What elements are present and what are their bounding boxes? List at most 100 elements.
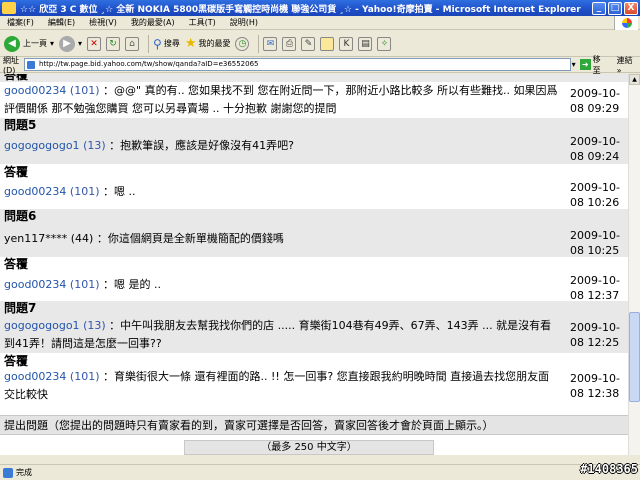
message-text: ：抱歉筆誤，應該是好像沒有41弄吧? [109,139,294,152]
back-button[interactable]: ◀ 上一頁 ▾ [4,35,54,52]
status-text: 完成 [16,468,32,477]
message-time: 2009-10-08 09:24 [570,135,620,163]
search-button[interactable]: ⚲ 搜尋 [153,37,180,51]
scroll-thumb[interactable] [629,312,640,402]
ask-question-bar: 提出問題（您提出的問題時只有賣家看的到，賣家可選擇是否回答，賣家回答後才會於頁面… [0,415,628,435]
go-label: 移至 [592,54,601,75]
user-score[interactable]: (101) [70,84,100,97]
qa-message: good00234 (101) ：育樂街很大一條 還有裡面的路.. !! 怎一回… [4,368,559,404]
qa-row: gogogogogo1 (13) ：中午叫我朋友去幫我找你們的店 ..... 育… [0,317,628,353]
scroll-up-icon[interactable]: ▲ [629,74,640,85]
star-icon: ★ [184,36,197,51]
edit-icon[interactable]: ✎ [301,36,316,51]
message-time: 2009-10-08 10:26 [570,181,620,209]
menu-file[interactable]: 檔案(F) [0,17,41,28]
user-link[interactable]: good00234 [4,278,66,291]
char-limit-note: （最多 250 中文字） [184,440,434,455]
folder-icon[interactable] [320,36,335,51]
title-bar: ☆☆ 欣亞 3 C 數位 ¸☆ 全新 NOKIA 5800黑碳版手寫觸控時尚機 … [0,0,640,16]
forward-dropdown-icon[interactable]: ▾ [78,39,82,48]
minimize-button[interactable]: _ [592,1,606,15]
menu-favorites[interactable]: 我的最愛(A) [124,17,182,28]
user-link[interactable]: good00234 [4,370,66,383]
print-icon[interactable]: ⎙ [282,36,297,51]
menu-bar: 檔案(F) 編輯(E) 檢視(V) 我的最愛(A) 工具(T) 說明(H) [0,16,640,30]
status-bar: 完成 [0,464,640,480]
user-score[interactable]: (101) [70,370,100,383]
message-time: 2009-10-08 12:38 [570,372,620,400]
section-heading: 答覆 [0,257,628,273]
page-done-icon [3,467,13,478]
mail-icon[interactable]: ✉ [263,36,278,51]
research-icon[interactable]: ▤ [358,36,373,51]
history-icon[interactable]: ◷ [235,36,250,51]
qa-message: good00234 (101) ：嗯 .. [4,183,559,201]
close-button[interactable]: X [624,1,638,15]
user-link[interactable]: gogogogogo1 [4,319,80,332]
message-time: 2009-10-08 09:29 [570,87,620,115]
user-score[interactable]: (101) [70,185,100,198]
user-link[interactable]: good00234 [4,185,66,198]
message-time: 2009-10-08 12:25 [570,321,620,349]
user-score[interactable]: (101) [70,278,100,291]
menu-help[interactable]: 說明(H) [223,17,265,28]
user-link[interactable]: gogogogogo1 [4,139,80,152]
home-icon[interactable]: ⌂ [125,36,140,51]
qa-row: good00234 (101) ：@@" 真的有.. 您如果找不到 您在附近問一… [0,82,628,115]
stop-icon[interactable]: ✕ [87,36,102,51]
messenger-icon[interactable]: K [339,36,354,51]
qa-row: good00234 (101) ：育樂街很大一條 還有裡面的路.. !! 怎一回… [0,368,628,406]
qa-row: good00234 (101) ：嗯 .. 2009-10-08 10:26 [0,180,628,209]
user-score[interactable]: (13) [83,139,106,152]
user-score: (44) [70,232,94,245]
toolbar-divider-2 [258,34,260,53]
address-input[interactable]: http://tw.page.bid.yahoo.com/tw/show/qan… [23,58,571,71]
go-button[interactable]: ➜ 移至 [579,54,609,76]
forward-arrow-icon: ▶ [59,35,76,52]
user-link[interactable]: good00234 [4,84,66,97]
back-label: 上一頁 [23,39,47,48]
message-time: 2009-10-08 12:37 [570,274,620,302]
menu-tools[interactable]: 工具(T) [182,17,223,28]
menu-view[interactable]: 檢視(V) [82,17,124,28]
forward-button[interactable]: ▶ ▾ [59,35,82,52]
section-heading: 答覆 [0,74,628,82]
toolbar: ◀ 上一頁 ▾ ▶ ▾ ✕ ↻ ⌂ ⚲ 搜尋 ★ 我的最愛 ◷ ✉ ⎙ ✎ K … [0,31,640,57]
message-text: ：你這個網頁是全新單機簡配的價錢嗎 [96,232,284,245]
section-heading: 問題6 [0,209,628,225]
qa-row: good00234 (101) ：嗯 是的 .. 2009-10-08 12:3… [0,273,628,302]
favorites-button[interactable]: ★ 我的最愛 [185,36,231,51]
links-button[interactable]: 連結 » [617,55,640,75]
qa-message: gogogogogo1 (13) ：中午叫我朋友去幫我找你們的店 ..... 育… [4,317,559,353]
back-arrow-icon: ◀ [4,35,20,52]
search-icon: ⚲ [153,36,162,51]
tools-icon[interactable]: ✧ [377,36,392,51]
qa-message: good00234 (101) ：@@" 真的有.. 您如果找不到 您在附近問一… [4,82,559,118]
section-heading: 答覆 [0,165,628,180]
toolbar-divider [148,34,150,53]
ie-icon [2,2,16,14]
watermark: #1408365 [580,462,638,476]
address-dropdown-icon[interactable]: ▾ [572,60,576,69]
maximize-button[interactable]: □ [608,1,622,15]
address-label: 網址(D) [3,55,19,75]
user-name: yen117**** [4,232,68,245]
user-score[interactable]: (13) [83,319,106,332]
qa-message: good00234 (101) ：嗯 是的 .. [4,276,559,294]
back-dropdown-icon[interactable]: ▾ [50,39,54,48]
vertical-scrollbar[interactable]: ▲ [628,74,640,455]
section-heading: 問題7 [0,301,628,317]
message-text: ：嗯 .. [103,185,136,198]
go-arrow-icon: ➜ [579,59,591,70]
refresh-icon[interactable]: ↻ [106,36,121,51]
qa-message: gogogogogo1 (13) ：抱歉筆誤，應該是好像沒有41弄吧? [4,137,559,155]
qa-message: yen117**** (44) ：你這個網頁是全新單機簡配的價錢嗎 [4,230,559,248]
favorites-label: 我的最愛 [198,39,231,48]
menu-edit[interactable]: 編輯(E) [41,17,82,28]
search-label: 搜尋 [163,39,180,48]
page-content: 答覆 good00234 (101) ：@@" 真的有.. 您如果找不到 您在附… [0,74,628,455]
window-title: ☆☆ 欣亞 3 C 數位 ¸☆ 全新 NOKIA 5800黑碳版手寫觸控時尚機 … [20,4,581,15]
message-text: ：嗯 是的 .. [103,278,162,291]
qa-row: yen117**** (44) ：你這個網頁是全新單機簡配的價錢嗎 2009-1… [0,225,628,257]
address-bar: 網址(D) http://tw.page.bid.yahoo.com/tw/sh… [0,54,640,76]
